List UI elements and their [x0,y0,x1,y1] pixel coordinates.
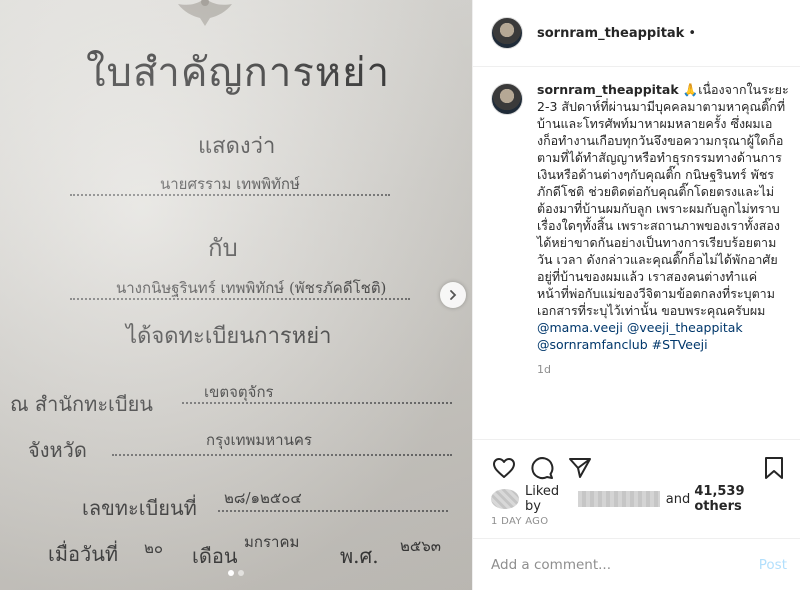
carousel-next-button[interactable] [440,282,466,308]
comment-bar: Post [473,538,800,590]
document-title: ใบสำคัญการหย่า [86,50,391,96]
mention-link[interactable]: @veeji_theappitak [627,320,743,335]
header-separator: • [688,25,696,41]
action-icons-row [473,440,800,486]
comment-input[interactable] [491,556,759,573]
liked-by-label: Liked by [525,484,560,514]
document-office-label: ณ สำนักทะเบียน [10,392,153,416]
document-office-value: เขตจตุจักร [204,383,274,401]
header-username[interactable]: sornram_theappitak [537,26,684,41]
document-province-label: จังหวัด [28,438,87,462]
and-label: and [665,491,691,507]
carousel-dot [238,570,244,576]
document-dotted-line [70,194,390,196]
post-photo[interactable]: ใบสำคัญการหย่า แสดงว่า นายศรราม เทพพิทัก… [0,0,472,590]
document-name-husband: นายศรราม เทพพิทักษ์ [160,175,300,193]
document-date-label: เมื่อวันที่ [48,542,119,566]
comment-icon [531,457,554,480]
like-count[interactable]: 41,539 others [694,484,783,514]
post-header: sornram_theappitak • [473,0,800,67]
document-dotted-line [112,454,452,456]
caption-text: 🙏เนื่องจากในระยะ 2-3 สัปดาห์ที่ผ่านมามีบ… [537,82,789,318]
comment-button[interactable] [529,455,555,481]
document-dotted-line [70,298,410,300]
liker-avatars[interactable] [491,489,519,509]
document-regno-label: เลขทะเบียนที่ [82,496,197,520]
document-with-label: กับ [208,234,238,262]
document-province-value: กรุงเทพมหานคร [206,431,312,449]
document-year-label: พ.ศ. [340,544,379,568]
garuda-emblem [178,0,232,26]
likes-summary: Liked by and 41,539 others [473,484,800,514]
document-dotted-line [182,402,452,404]
share-button[interactable] [567,455,593,481]
share-icon [569,458,591,478]
caption-area: sornram_theappitak 🙏เนื่องจากในระยะ 2-3 … [473,67,800,439]
instagram-post-view: ใบสำคัญการหย่า แสดงว่า นายศรราม เทพพิทัก… [0,0,800,590]
post-side-panel: sornram_theappitak • sornram_theappitak … [472,0,800,590]
mention-link[interactable]: @sornramfanclub [537,337,648,352]
document-shows-label: แสดงว่า [198,134,276,159]
document-month-label: เดือน [192,544,238,568]
document-name-wife: นางกนิษฐรินทร์ เทพพิทักษ์ (พัชรภัคดีโชติ… [116,279,387,297]
avatar[interactable] [491,17,523,49]
post-age[interactable]: 1 DAY AGO [473,512,800,527]
heart-icon [493,458,515,478]
bookmark-icon [765,457,783,479]
document-regno-value: ๒๘/๑๒๕๐๔ [224,489,302,507]
hashtag-link[interactable]: #STVeeji [652,337,708,352]
document-date-month: มกราคม [244,533,300,551]
carousel-indicator [228,570,244,576]
document-registered-label: ได้จดทะเบียนการหย่า [126,324,332,349]
mention-link[interactable]: @mama.veeji [537,320,623,335]
document-date-day: ๒๐ [144,539,164,557]
carousel-dot-active [228,570,234,576]
document-date-year: ๒๕๖๓ [400,537,442,555]
document-dotted-line [218,510,448,512]
save-button[interactable] [761,455,787,481]
redacted-username [578,491,660,507]
avatar[interactable] [491,83,523,115]
post-comment-button[interactable]: Post [759,557,787,573]
caption-username[interactable]: sornram_theappitak [537,82,679,97]
post-actions: Liked by and 41,539 others 1 DAY AGO [473,439,800,527]
chevron-right-icon [450,290,457,300]
like-button[interactable] [491,455,517,481]
caption-timestamp[interactable]: 1d [537,361,789,378]
caption: sornram_theappitak 🙏เนื่องจากในระยะ 2-3 … [537,81,789,439]
